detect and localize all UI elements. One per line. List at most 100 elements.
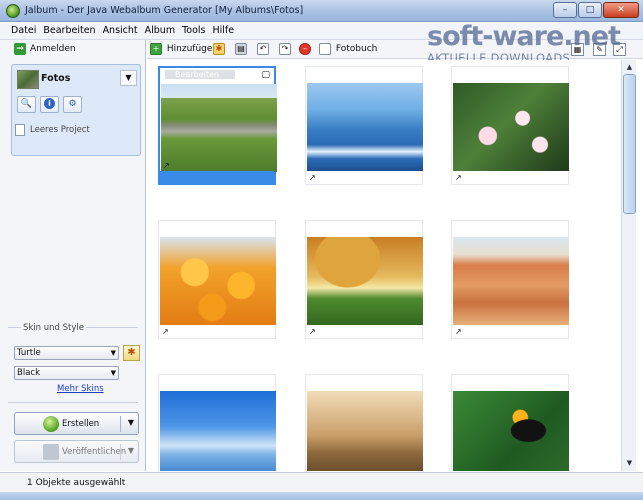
- title-bar: Jalbum - Der Java Webalbum Generator [My…: [0, 0, 643, 22]
- menu-album[interactable]: Album: [142, 23, 179, 39]
- album-thumbnail: [17, 70, 39, 89]
- style-select-value: Black: [17, 368, 40, 378]
- photo-thumbnail: [307, 237, 423, 325]
- menu-tools[interactable]: Tools: [179, 23, 209, 39]
- shortcut-arrow-icon: ↗: [163, 161, 170, 170]
- photo-card[interactable]: ↗: [158, 220, 276, 339]
- jalbum-app-icon: [6, 4, 20, 18]
- rotate-left-button[interactable]: ↶: [257, 43, 269, 56]
- publish-button[interactable]: Veröffentlichen ▼: [14, 440, 139, 463]
- album-dropdown-button[interactable]: ▼: [120, 70, 137, 86]
- create-label: Erstellen: [62, 419, 100, 429]
- project-item[interactable]: Leeres Project: [15, 124, 90, 136]
- window-bottom-edge: [0, 492, 643, 500]
- login-label: Anmelden: [30, 44, 76, 54]
- more-skins-link[interactable]: Mehr Skins: [57, 384, 104, 394]
- publish-label: Veröffentlichen: [62, 447, 127, 457]
- frog-icon: [43, 416, 59, 432]
- photobook-label: Fotobuch: [335, 44, 378, 54]
- style-select[interactable]: Black ▼: [14, 366, 119, 380]
- album-card[interactable]: Fotos ▼ 🔍 i ⚙: [11, 64, 141, 156]
- search-icon[interactable]: 🔍: [17, 96, 36, 113]
- add-icon: +: [150, 43, 162, 55]
- photo-thumbnail: [160, 237, 276, 325]
- photo-thumbnail: [307, 83, 423, 171]
- star-button[interactable]: ✱: [213, 43, 225, 56]
- star-icon: ✱: [213, 43, 225, 55]
- photo-card[interactable]: [158, 374, 276, 471]
- album-name: Fotos: [41, 73, 71, 84]
- shortcut-arrow-icon: ↗: [309, 173, 316, 182]
- new-folder-button[interactable]: ▤: [235, 43, 247, 56]
- skin-settings-icon[interactable]: ✱: [123, 345, 140, 361]
- edit-label[interactable]: Bearbeiten: [165, 70, 235, 79]
- photo-card[interactable]: Bearbeiten ▢ ↗: [158, 66, 277, 185]
- menu-ansicht[interactable]: Ansicht: [100, 23, 142, 39]
- skin-select[interactable]: Turtle ▼: [14, 346, 119, 360]
- book-icon: [319, 43, 331, 55]
- window-title: Jalbum - Der Java Webalbum Generator [My…: [25, 5, 304, 16]
- close-button[interactable]: ✕: [603, 2, 639, 18]
- photo-card[interactable]: ↗: [305, 220, 423, 339]
- album-tools: 🔍 i ⚙: [17, 96, 82, 113]
- watermark-logo: soft-ware.net: [427, 21, 621, 52]
- scroll-down-icon[interactable]: ▼: [623, 457, 636, 470]
- login-arrow-icon: →: [14, 43, 26, 55]
- chevron-down-icon: ▼: [110, 369, 116, 377]
- section-divider: [8, 402, 138, 403]
- delete-button[interactable]: –: [299, 43, 311, 56]
- folder-icon: ▤: [235, 43, 247, 55]
- menu-datei[interactable]: Datei: [8, 23, 40, 39]
- create-dropdown-icon[interactable]: ▼: [128, 418, 134, 427]
- menu-hilfe[interactable]: Hilfe: [210, 23, 239, 39]
- shortcut-arrow-icon: ↗: [309, 327, 316, 336]
- photo-card[interactable]: ↗: [451, 220, 569, 339]
- shortcut-arrow-icon: ↗: [455, 327, 462, 336]
- login-button[interactable]: → Anmelden: [14, 43, 76, 55]
- selection-bar: [160, 171, 274, 183]
- photo-thumbnail: [160, 391, 276, 471]
- rotate-right-icon: ↷: [279, 43, 291, 55]
- chevron-down-icon: ▼: [110, 349, 116, 357]
- status-text: 1 Objekte ausgewählt: [27, 478, 126, 488]
- window-controls: – □ ✕: [553, 2, 639, 18]
- info-icon[interactable]: i: [40, 96, 59, 113]
- photo-thumbnail: [161, 84, 277, 172]
- menu-bearbeiten[interactable]: Bearbeiten: [40, 23, 99, 39]
- settings-icon[interactable]: ⚙: [63, 96, 82, 113]
- skin-select-value: Turtle: [17, 348, 41, 358]
- add-label: Hinzufügen: [166, 44, 219, 54]
- delete-icon: –: [299, 43, 311, 55]
- sidebar: → Anmelden Fotos ▼ 🔍 i ⚙ Leeres Project …: [0, 40, 146, 471]
- scroll-thumb[interactable]: [623, 74, 636, 214]
- button-separator: [120, 444, 121, 460]
- add-button[interactable]: + Hinzufügen: [150, 43, 218, 56]
- status-bar: 1 Objekte ausgewählt: [0, 472, 643, 492]
- photo-thumbnail: [453, 83, 569, 171]
- button-separator: [120, 416, 121, 432]
- photo-thumbnail: [307, 391, 423, 471]
- rotate-left-icon: ↶: [257, 43, 269, 55]
- scroll-up-icon[interactable]: ▲: [623, 61, 636, 74]
- photo-card[interactable]: ↗: [451, 66, 569, 185]
- rotate-right-button[interactable]: ↷: [279, 43, 291, 56]
- skin-section-label: Skin und Style: [21, 323, 86, 333]
- shortcut-arrow-icon: ↗: [455, 173, 462, 182]
- document-icon: [15, 124, 25, 136]
- folder-icon[interactable]: ▢: [261, 70, 270, 80]
- photo-grid: Bearbeiten ▢ ↗ ↗ ↗ ↗ ↗ ↗: [147, 60, 621, 471]
- photo-card[interactable]: [451, 374, 569, 471]
- vertical-scrollbar[interactable]: ▲ ▼: [621, 60, 636, 471]
- photobook-button[interactable]: Fotobuch: [319, 43, 377, 56]
- shortcut-arrow-icon: ↗: [162, 327, 169, 336]
- minimize-button[interactable]: –: [553, 2, 577, 18]
- publish-dropdown-icon[interactable]: ▼: [128, 446, 134, 455]
- photo-card[interactable]: ↗: [305, 66, 423, 185]
- photo-card[interactable]: [305, 374, 423, 471]
- photo-thumbnail: [453, 237, 569, 325]
- create-button[interactable]: Erstellen ▼: [14, 412, 139, 435]
- project-label: Leeres Project: [30, 125, 90, 135]
- upload-icon: [43, 444, 59, 460]
- maximize-button[interactable]: □: [578, 2, 602, 18]
- photo-thumbnail: [453, 391, 569, 471]
